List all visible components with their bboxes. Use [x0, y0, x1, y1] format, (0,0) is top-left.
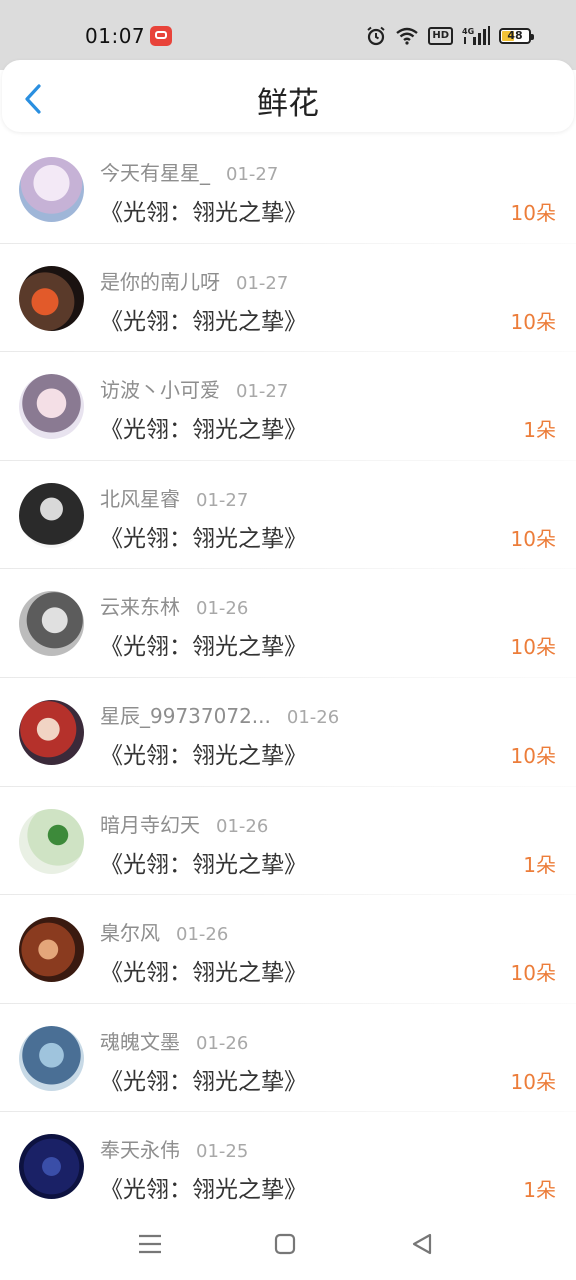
user-line: 魂魄文墨 01-26 — [100, 1026, 248, 1055]
system-nav-bar — [0, 1212, 576, 1280]
list-item[interactable]: 星辰_99737072... 01-26 《光翎：翎光之挚》 10朵 — [0, 678, 576, 787]
date: 01-27 — [236, 272, 289, 294]
list-item[interactable]: 访波丶小可爱 01-27 《光翎：翎光之挚》 1朵 — [0, 352, 576, 461]
user-line: 今天有星星_ 01-27 — [100, 157, 278, 186]
book-title[interactable]: 《光翎：翎光之挚》 — [100, 193, 307, 227]
book-title[interactable]: 《光翎：翎光之挚》 — [100, 953, 307, 987]
list-item[interactable]: 魂魄文墨 01-26 《光翎：翎光之挚》 10朵 — [0, 1004, 576, 1113]
battery-level: 48 — [507, 29, 523, 42]
home-icon[interactable] — [271, 1230, 299, 1258]
flower-count: 10朵 — [510, 309, 556, 334]
user-line: 臬尔风 01-26 — [100, 917, 228, 946]
app-notification-icon — [150, 26, 172, 46]
avatar[interactable] — [19, 482, 84, 548]
username[interactable]: 北风星睿 — [100, 483, 180, 512]
list-item[interactable]: 云来东林 01-26 《光翎：翎光之挚》 10朵 — [0, 569, 576, 678]
flower-count: 10朵 — [510, 1069, 556, 1094]
user-line: 云来东林 01-26 — [100, 591, 248, 620]
avatar[interactable] — [19, 1134, 84, 1200]
list-item[interactable]: 暗月寺幻天 01-26 《光翎：翎光之挚》 1朵 — [0, 787, 576, 896]
username[interactable]: 暗月寺幻天 — [100, 809, 200, 838]
list-item[interactable]: 奉天永伟 01-25 《光翎：翎光之挚》 1朵 — [0, 1112, 576, 1221]
page-title: 鲜花 — [257, 86, 319, 122]
list-item[interactable]: 今天有星星_ 01-27 《光翎：翎光之挚》 10朵 — [0, 135, 576, 244]
signal-icon: 4G — [462, 26, 490, 45]
list-item[interactable]: 臬尔风 01-26 《光翎：翎光之挚》 10朵 — [0, 895, 576, 1004]
avatar[interactable] — [19, 157, 84, 222]
date: 01-26 — [176, 924, 229, 946]
date: 01-26 — [196, 1032, 249, 1054]
back-triangle-icon[interactable] — [408, 1230, 436, 1258]
date: 01-26 — [286, 706, 340, 728]
wifi-icon — [396, 27, 419, 45]
user-line: 奉天永伟 01-25 — [100, 1134, 248, 1163]
book-title[interactable]: 《光翎：翎光之挚》 — [100, 736, 307, 770]
book-title[interactable]: 《光翎：翎光之挚》 — [100, 1170, 307, 1204]
username[interactable]: 臬尔风 — [100, 917, 160, 946]
username[interactable]: 星辰_99737072... — [100, 700, 271, 729]
alarm-icon — [367, 26, 385, 46]
hd-icon: HD — [428, 27, 453, 45]
flower-count: 10朵 — [510, 526, 556, 551]
book-title[interactable]: 《光翎：翎光之挚》 — [100, 845, 307, 879]
date: 01-27 — [196, 489, 249, 511]
avatar[interactable] — [19, 699, 84, 765]
user-line: 访波丶小可爱 01-27 — [100, 374, 288, 403]
username[interactable]: 访波丶小可爱 — [100, 374, 220, 403]
flower-count: 1朵 — [523, 418, 556, 443]
status-icons: HD 4G 48 — [366, 24, 534, 48]
avatar[interactable] — [19, 1025, 84, 1091]
username[interactable]: 奉天永伟 — [100, 1134, 180, 1163]
flower-count: 10朵 — [510, 743, 556, 768]
avatar[interactable] — [19, 265, 84, 331]
svg-text:4G: 4G — [462, 27, 474, 36]
flower-count: 1朵 — [523, 852, 556, 877]
book-title[interactable]: 《光翎：翎光之挚》 — [100, 1062, 307, 1096]
book-title[interactable]: 《光翎：翎光之挚》 — [100, 519, 307, 553]
avatar[interactable] — [19, 374, 84, 440]
battery-icon: 48 — [499, 28, 534, 44]
username[interactable]: 今天有星星_ — [100, 157, 210, 186]
user-line: 是你的南儿呀 01-27 — [100, 266, 288, 295]
book-title[interactable]: 《光翎：翎光之挚》 — [100, 302, 307, 336]
user-line: 星辰_99737072... 01-26 — [100, 700, 339, 729]
flower-count: 10朵 — [510, 635, 556, 660]
flower-count: 10朵 — [510, 201, 556, 225]
list-item[interactable]: 北风星睿 01-27 《光翎：翎光之挚》 10朵 — [0, 461, 576, 570]
list-item[interactable]: 是你的南儿呀 01-27 《光翎：翎光之挚》 10朵 — [0, 244, 576, 353]
status-time: 01:07 — [85, 24, 146, 48]
flower-count: 10朵 — [510, 961, 556, 986]
flower-count: 1朵 — [523, 1178, 556, 1203]
date: 01-25 — [196, 1141, 249, 1163]
book-title[interactable]: 《光翎：翎光之挚》 — [100, 410, 307, 444]
user-line: 暗月寺幻天 01-26 — [100, 809, 268, 838]
username[interactable]: 魂魄文墨 — [100, 1026, 180, 1055]
username[interactable]: 是你的南儿呀 — [100, 266, 220, 295]
menu-icon[interactable] — [136, 1230, 164, 1258]
page-header: 鲜花 — [2, 60, 574, 132]
flower-list: 今天有星星_ 01-27 《光翎：翎光之挚》 10朵 是你的南儿呀 01-27 … — [0, 135, 576, 1221]
date: 01-27 — [226, 164, 279, 185]
user-line: 北风星睿 01-27 — [100, 483, 248, 512]
date: 01-27 — [236, 381, 289, 403]
avatar[interactable] — [19, 808, 84, 874]
avatar[interactable] — [19, 591, 84, 657]
date: 01-26 — [196, 598, 249, 620]
date: 01-26 — [216, 815, 269, 837]
avatar[interactable] — [19, 917, 84, 983]
username[interactable]: 云来东林 — [100, 591, 180, 620]
book-title[interactable]: 《光翎：翎光之挚》 — [100, 627, 307, 661]
